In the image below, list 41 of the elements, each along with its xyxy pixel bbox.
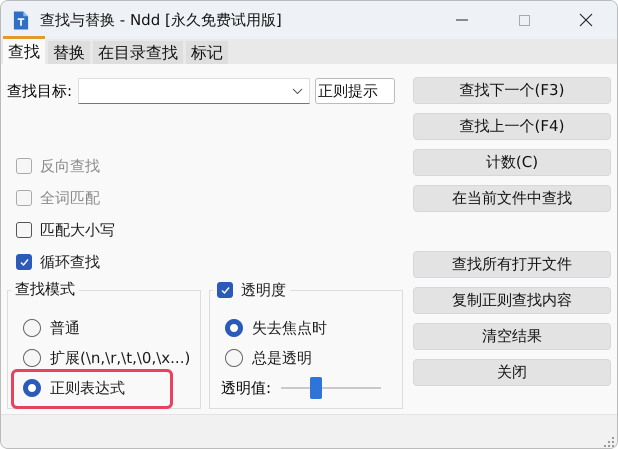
action-button[interactable]: 查找下一个(F3): [413, 77, 611, 104]
radio-label: 普通: [50, 318, 80, 338]
radio-label: 正则表达式: [50, 378, 125, 398]
action-button[interactable]: 在当前文件中查找: [413, 185, 611, 212]
tab[interactable]: 标记: [186, 41, 228, 64]
action-button[interactable]: 查找上一个(F4): [413, 113, 611, 140]
window-title: 查找与替换 - Ndd [永久免费试用版]: [40, 10, 282, 30]
checkbox-label: 反向查找: [40, 156, 100, 176]
search-label: 查找目标:: [7, 82, 72, 100]
checkmark-icon: [220, 284, 230, 296]
tab[interactable]: 查找: [3, 39, 45, 64]
regex-hint-button[interactable]: 正则提示: [315, 78, 396, 104]
tab[interactable]: 在目录查找: [93, 41, 183, 64]
checkbox-label: 循环查找: [40, 252, 100, 272]
checkbox[interactable]: [16, 254, 32, 270]
slider-thumb[interactable]: [310, 377, 322, 399]
checkbox-label: 透明度: [241, 280, 286, 300]
radio-button[interactable]: [23, 349, 41, 367]
checkbox-label: 全词匹配: [40, 188, 100, 208]
resize-grip-icon[interactable]: [604, 437, 614, 447]
action-button[interactable]: 关闭: [413, 359, 611, 386]
radio-label: 总是透明: [252, 348, 312, 368]
radio-button[interactable]: [225, 319, 243, 337]
checkbox-label: 匹配大小写: [40, 220, 115, 240]
search-field[interactable]: [78, 78, 310, 104]
action-button[interactable]: 计数(C): [413, 149, 611, 176]
radio-label: 失去焦点时: [252, 318, 327, 338]
radio-button[interactable]: [23, 379, 41, 397]
app-icon: [12, 10, 30, 30]
radio-button[interactable]: [225, 349, 243, 367]
radio-label: 扩展(\n,\r,\t,\0,\x...): [50, 348, 190, 368]
action-button[interactable]: 复制正则查找内容: [413, 287, 611, 314]
checkbox[interactable]: [217, 282, 233, 298]
radio-button[interactable]: [23, 319, 41, 337]
tab[interactable]: 替换: [48, 41, 90, 64]
checkbox[interactable]: [16, 222, 32, 238]
checkmark-icon: [18, 256, 30, 268]
action-button[interactable]: 查找所有打开文件: [413, 251, 611, 278]
dropdown-icon[interactable]: [292, 88, 304, 94]
slider-label: 透明值:: [221, 378, 272, 398]
action-button[interactable]: 清空结果: [413, 323, 611, 350]
